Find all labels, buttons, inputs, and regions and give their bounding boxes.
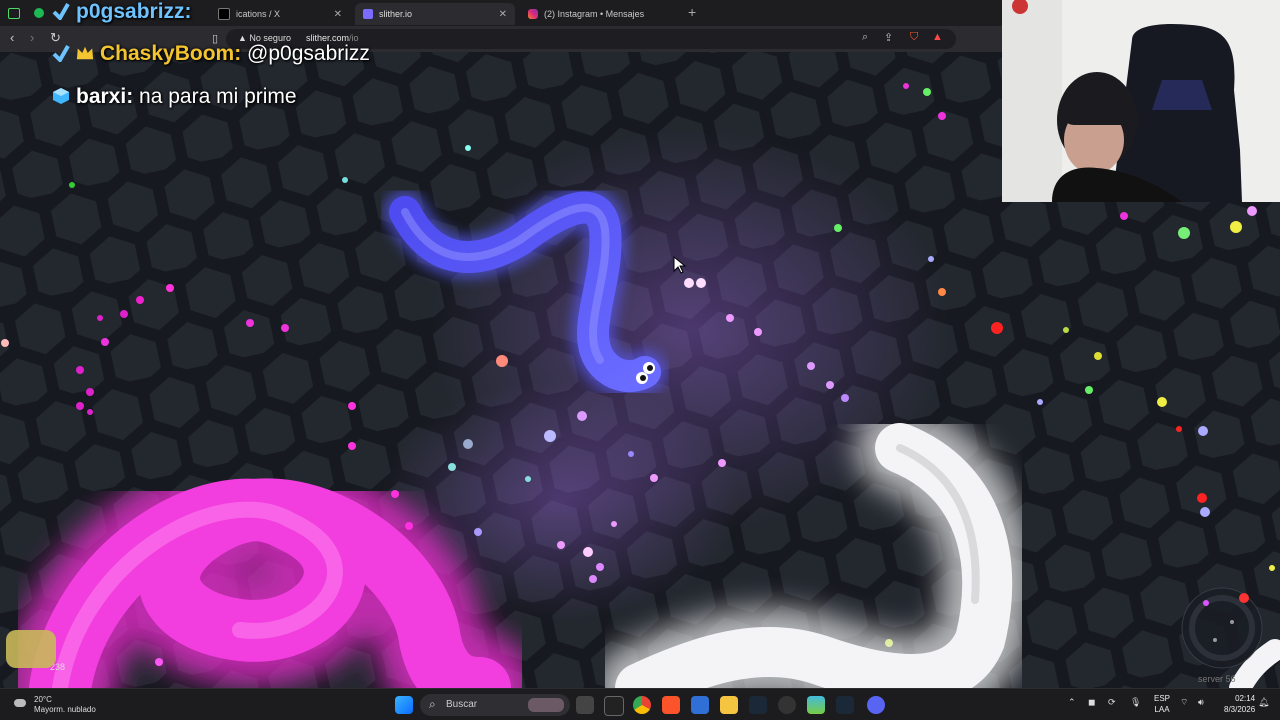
chat-username: p0gsabrizz:: [76, 0, 192, 23]
twitch-badge-icon: [52, 45, 70, 62]
cloud-icon: [14, 699, 26, 707]
tab-x[interactable]: ications / X ✕: [210, 3, 350, 25]
steam-2-icon[interactable]: [836, 696, 854, 714]
minimap: [1181, 587, 1263, 669]
windows-taskbar: 20°C Mayorm. nublado ⌕ Buscar ⌃ ◼ ⟳ 🎙︎ E…: [0, 688, 1280, 720]
twitch-badge-icon: [52, 3, 70, 20]
file-explorer-icon[interactable]: [720, 696, 738, 714]
drive-icon[interactable]: [807, 696, 825, 714]
cube-badge-icon: [53, 88, 69, 104]
store-icon[interactable]: [691, 696, 709, 714]
tab-instagram[interactable]: (2) Instagram • Mensajes: [520, 3, 680, 25]
back-arrow-icon[interactable]: ‹: [10, 30, 14, 45]
slither-favicon-icon: [363, 9, 373, 19]
magenta-snake: [5, 454, 535, 688]
brave-shield-icon[interactable]: ⛉: [910, 31, 918, 44]
chat-text: @p0gsabrizz: [241, 42, 370, 65]
zoom-icon[interactable]: ⌕: [862, 31, 868, 44]
tray-app-icon[interactable]: ◼: [1088, 697, 1095, 708]
screen: { "browser": { "tabs": [ {"label": "..."…: [0, 0, 1280, 720]
chat-message: barxi: na para mi prime: [52, 85, 297, 109]
notifications-icon[interactable]: 🔔︎: [1258, 697, 1269, 708]
instagram-icon: [528, 9, 538, 19]
webcam-feed: [1002, 0, 1280, 202]
search-highlight-icon: [528, 698, 564, 712]
server-label: server 56: [1198, 674, 1236, 684]
crown-icon: [76, 46, 94, 60]
forward-arrow-icon[interactable]: ›: [30, 30, 34, 45]
share-icon[interactable]: ⇪: [884, 31, 893, 44]
taskbar-search[interactable]: ⌕ Buscar: [420, 694, 570, 716]
clock[interactable]: 02:14 8/3/2026: [1224, 693, 1255, 715]
brave-rewards-icon[interactable]: ▲: [932, 31, 943, 43]
new-tab-button[interactable]: +: [688, 4, 696, 20]
epic-games-icon[interactable]: [604, 696, 624, 716]
close-tab-icon[interactable]: ✕: [499, 9, 507, 20]
windows-start-icon[interactable]: [395, 696, 413, 714]
search-icon: ⌕: [429, 697, 436, 711]
spotify-icon[interactable]: [34, 8, 44, 18]
github-icon[interactable]: [778, 696, 796, 714]
microphone-icon[interactable]: 🎙︎: [1130, 697, 1141, 708]
volume-icon[interactable]: 🔊︎: [1198, 697, 1204, 708]
wifi-icon[interactable]: ⌔: [1180, 697, 1188, 708]
chat-username: barxi:: [76, 85, 134, 108]
tray-sync-icon[interactable]: ⟳: [1108, 697, 1116, 708]
language-indicator[interactable]: ESP LAA: [1154, 693, 1170, 715]
chat-username: ChaskyBoom:: [100, 42, 242, 65]
weather-widget[interactable]: 20°C Mayorm. nublado: [18, 695, 96, 715]
streamer-emote: [6, 630, 56, 668]
discord-icon[interactable]: [867, 696, 885, 714]
x-logo-icon: [218, 8, 230, 20]
task-view-icon[interactable]: [576, 696, 594, 714]
chat-text: na para mi prime: [133, 85, 297, 108]
tab-slither[interactable]: slither.io ✕: [355, 3, 515, 25]
chat-message: ChaskyBoom: @p0gsabrizz: [52, 42, 370, 66]
chat-message: p0gsabrizz:: [52, 0, 192, 24]
brave-icon[interactable]: [662, 696, 680, 714]
steam-icon[interactable]: [749, 696, 767, 714]
chrome-icon[interactable]: [633, 696, 651, 714]
app-menu-icon[interactable]: [8, 8, 20, 19]
tray-chevron-icon[interactable]: ⌃: [1068, 697, 1076, 708]
close-tab-icon[interactable]: ✕: [334, 9, 342, 20]
webcam-overlay: [1002, 0, 1280, 202]
